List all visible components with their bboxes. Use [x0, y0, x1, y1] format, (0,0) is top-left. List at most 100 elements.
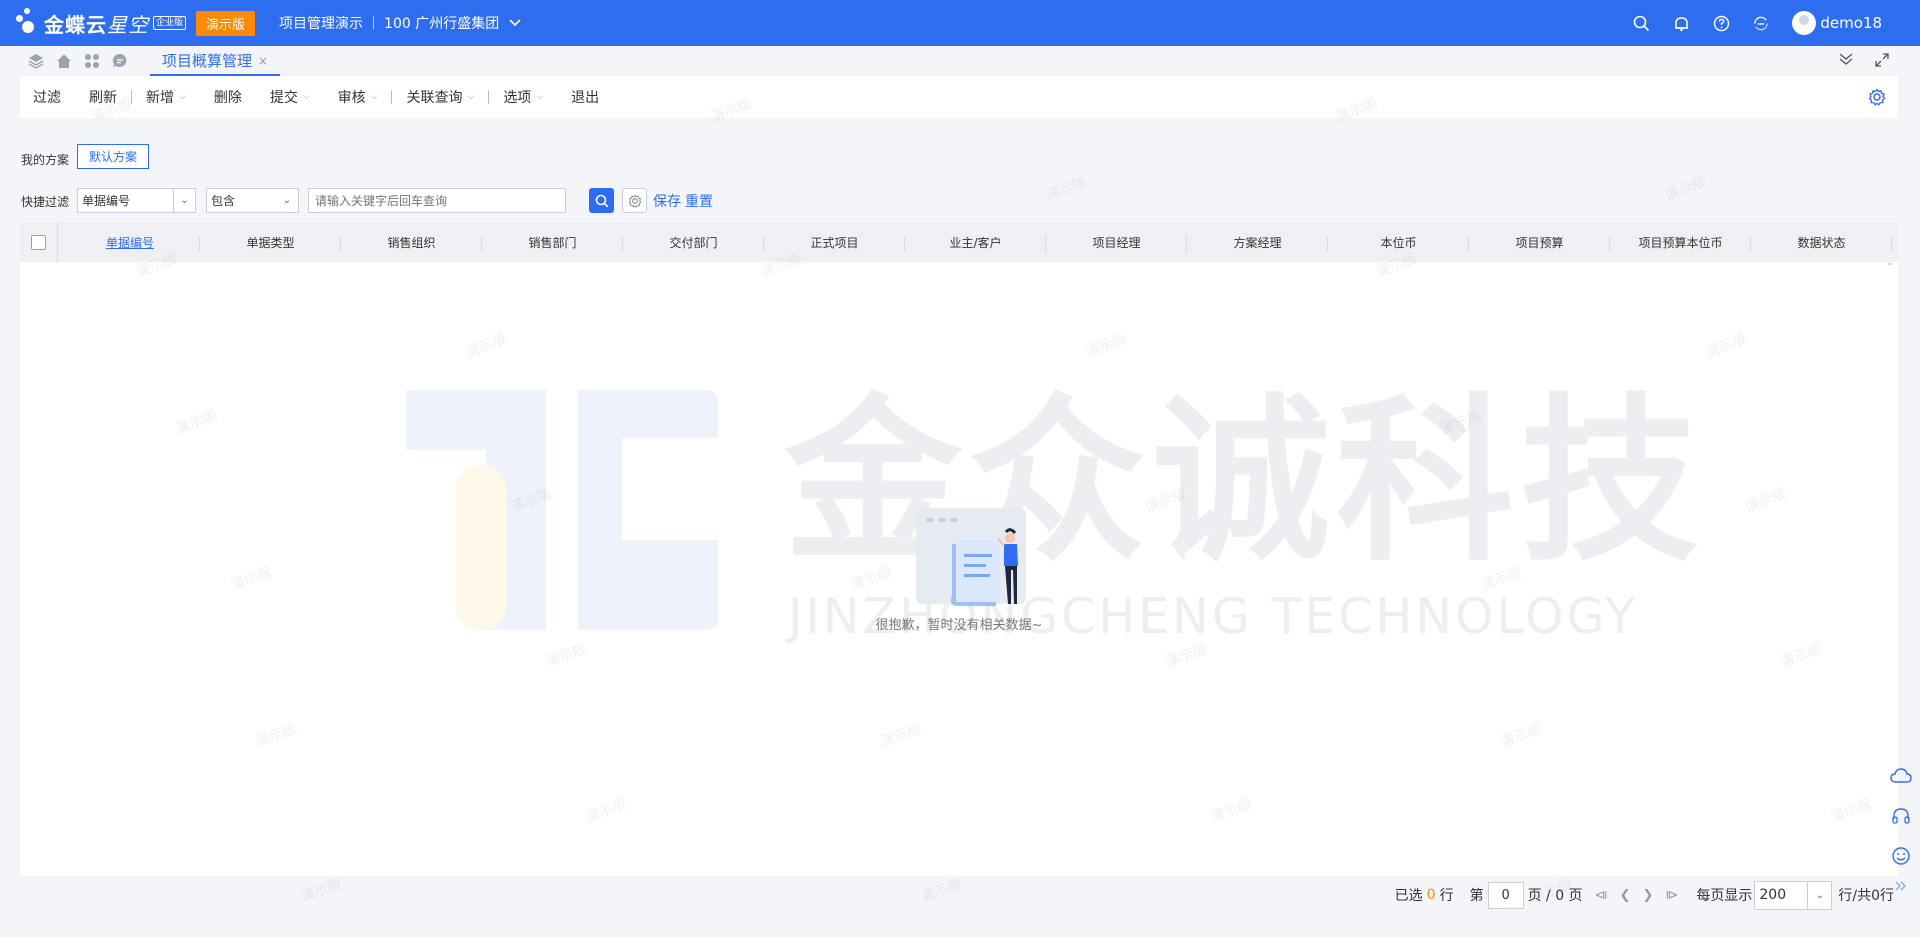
top-header: 金蝶云星空 企业版 演示版 项目管理演示 100 广州行盛集团 demo18: [0, 0, 1920, 46]
chevron-down-icon: ⌵: [467, 92, 475, 102]
quick-filter-label: 快捷过滤: [21, 195, 70, 209]
page-suffix: 页 / 0 页: [1527, 888, 1583, 904]
save-scheme-link[interactable]: 保存: [653, 191, 681, 211]
per-page-select[interactable]: 200 ⌄: [1754, 880, 1833, 910]
search-button[interactable]: [589, 188, 614, 213]
sync-icon[interactable]: [1752, 14, 1770, 32]
scroll-up-icon[interactable]: ⌃: [1886, 262, 1894, 273]
first-page-icon[interactable]: ⧏: [1595, 888, 1608, 903]
related-query-button[interactable]: 关联查询 ⌵: [406, 87, 474, 107]
logo-sub-text: 星空: [107, 12, 149, 37]
gear-icon: [628, 193, 641, 208]
filter-operator-select[interactable]: 包含 ⌄: [206, 188, 299, 213]
column-header[interactable]: 业主/客户: [905, 234, 1046, 252]
chevron-down-icon: ⌵: [179, 92, 186, 102]
column-header[interactable]: 项目预算: [1469, 234, 1610, 252]
tab-project-estimate[interactable]: 项目概算管理 ×: [150, 46, 281, 76]
close-icon[interactable]: ×: [258, 54, 268, 68]
action-toolbar: 过滤 刷新 新增 ⌵ 删除 提交 ⌵ 审核 ⌵ 关联查询 ⌵ 选项 ⌵ 退出: [20, 76, 1898, 118]
next-page-icon[interactable]: ❯: [1642, 888, 1653, 903]
selected-count: 0: [1426, 887, 1436, 903]
select-all-checkbox[interactable]: [20, 222, 58, 262]
column-header[interactable]: 单据类型: [200, 234, 341, 252]
prev-page-icon[interactable]: ❮: [1620, 888, 1631, 903]
search-icon[interactable]: [1632, 14, 1650, 32]
toolbar-divider: [488, 90, 490, 104]
demo-watermark: 演示版: [298, 876, 344, 906]
bell-icon[interactable]: [1672, 14, 1690, 32]
demo-watermark: 演示版: [1043, 174, 1089, 204]
submit-button[interactable]: 提交 ⌵: [270, 87, 310, 107]
empty-message: 很抱歉，暂时没有相关数据~: [875, 618, 1043, 633]
collapse-chevron-icon[interactable]: [1838, 52, 1854, 72]
column-header[interactable]: 项目经理: [1046, 234, 1187, 252]
chevron-down-icon[interactable]: ⌄: [173, 189, 195, 212]
default-scheme-button[interactable]: 默认方案: [77, 144, 149, 169]
selected-prefix: 已选: [1394, 888, 1423, 904]
toolbar-divider: [131, 90, 132, 104]
search-input[interactable]: [308, 188, 566, 213]
demo-watermark: 演示版: [1663, 174, 1709, 204]
exit-button[interactable]: 退出: [571, 87, 599, 107]
brand-logo-icon: [406, 390, 718, 630]
home-icon[interactable]: [56, 53, 72, 69]
layers-icon[interactable]: [28, 53, 44, 69]
apps-grid-icon[interactable]: [84, 53, 100, 69]
filter-button[interactable]: 过滤: [33, 87, 61, 107]
filter-field-value: 单据编号: [82, 194, 131, 208]
refresh-button[interactable]: 刷新: [89, 87, 117, 107]
toolbar-divider: [391, 90, 393, 104]
page-number-input[interactable]: 0: [1487, 881, 1524, 909]
empty-state: ⌃ 金众诚科技 JINZHONGCHENG TECHNOLOGY 很抱歉，暂时没…: [20, 262, 1898, 876]
audit-button[interactable]: 审核 ⌵: [338, 87, 378, 107]
selected-suffix: 行: [1439, 888, 1454, 904]
column-header[interactable]: 单据编号: [60, 234, 200, 252]
org-selector[interactable]: 100 广州行盛集团: [384, 13, 499, 33]
column-header[interactable]: 本位币: [1328, 234, 1469, 252]
demo-badge: 演示版: [196, 10, 256, 36]
demo-watermark: 演示版: [918, 876, 964, 906]
no-data-illustration: [916, 508, 1026, 606]
column-header[interactable]: 数据状态: [1751, 234, 1892, 252]
help-icon[interactable]: [1712, 14, 1730, 32]
edition-badge: 企业版: [153, 16, 187, 30]
last-page-icon[interactable]: ⧐: [1665, 888, 1678, 903]
chevron-down-icon[interactable]: ⌄: [1807, 881, 1831, 909]
column-header[interactable]: 正式项目: [764, 234, 905, 252]
column-header[interactable]: 销售部门: [482, 234, 623, 252]
smile-icon[interactable]: [1890, 846, 1912, 866]
reset-link[interactable]: 重置: [685, 191, 713, 211]
filter-field-select[interactable]: 单据编号 ⌄: [77, 188, 196, 213]
filter-settings-button[interactable]: [622, 188, 647, 213]
headset-icon[interactable]: [1890, 806, 1912, 826]
per-page-value: 200: [1759, 887, 1787, 903]
column-header[interactable]: 交付部门: [623, 234, 764, 252]
data-table: 单据编号 单据类型 销售组织 销售部门 交付部门 正式项目 业主/客户 项目经理…: [20, 222, 1898, 876]
user-menu[interactable]: demo18: [1792, 11, 1882, 35]
chevron-down-icon[interactable]: [509, 16, 521, 30]
kingdee-logo[interactable]: 金蝶云星空 企业版: [14, 6, 187, 40]
total-rows-text: 行/共0行: [1838, 888, 1894, 904]
chevron-down-icon: ⌵: [536, 92, 544, 102]
logo-text: 金蝶云星空: [44, 9, 149, 38]
new-button[interactable]: 新增 ⌵: [146, 87, 186, 107]
page-prefix: 第: [1469, 888, 1484, 904]
fullscreen-icon[interactable]: [1874, 52, 1890, 72]
delete-button[interactable]: 删除: [214, 87, 242, 107]
options-button[interactable]: 选项 ⌵: [503, 87, 543, 107]
double-chevron-right-icon[interactable]: [1890, 876, 1912, 896]
column-header[interactable]: 方案经理: [1187, 234, 1328, 252]
settings-gear-icon[interactable]: [1868, 88, 1886, 110]
message-icon[interactable]: [112, 53, 128, 69]
column-header[interactable]: 项目预算本位币: [1610, 234, 1751, 252]
per-page-label: 每页显示: [1696, 888, 1753, 904]
column-header[interactable]: 销售组织: [341, 234, 482, 252]
cloud-icon[interactable]: [1890, 766, 1912, 786]
project-title[interactable]: 项目管理演示: [279, 13, 363, 33]
chevron-down-icon: ⌵: [370, 92, 378, 102]
pagination: 已选 0 行 第 0 页 / 0 页 ⧏ ❮ ❯ ⧐ 每页显示 200 ⌄ 行/…: [1395, 880, 1894, 910]
tab-label: 项目概算管理: [162, 52, 253, 70]
avatar: [1792, 11, 1817, 35]
right-float-rail: [1890, 766, 1912, 896]
chevron-down-icon[interactable]: ⌄: [276, 189, 298, 212]
